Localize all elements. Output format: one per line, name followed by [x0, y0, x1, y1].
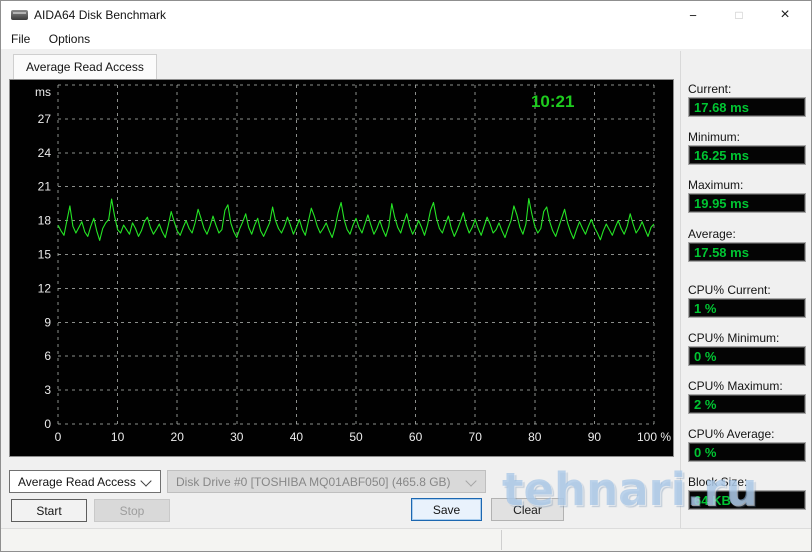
- y-axis-unit-label: ms: [35, 85, 51, 99]
- x-tick-label: 10: [111, 430, 125, 444]
- x-tick-label: 20: [171, 430, 185, 444]
- x-tick-label: 60: [409, 430, 423, 444]
- latency-chart: ms27242118151296300 10 20 30 40 50 60 70 80 90 100…: [35, 84, 671, 444]
- stat-box-maximum: 19.95 ms: [688, 193, 806, 213]
- app-icon: [11, 10, 28, 20]
- stat-value-minimum: 16.25 ms: [694, 147, 749, 163]
- save-button[interactable]: Save: [411, 498, 482, 521]
- stat-value-block-size: 64 KB: [694, 492, 731, 508]
- y-tick-label: 9: [44, 315, 51, 329]
- stat-value-current: 17.68 ms: [694, 99, 749, 115]
- x-tick-label: 90: [588, 430, 602, 444]
- stat-value-cpu-current: 1 %: [694, 300, 717, 316]
- stat-value-cpu-minimum: 0 %: [694, 348, 717, 364]
- stat-label-block-size: Block Size:: [688, 475, 748, 489]
- stop-button: Stop: [94, 499, 170, 522]
- benchmark-chart-panel: ms 27 24 21 18 15 12 9 6 3 0 0 10 20 30 40 50 60 70 80 90 100…: [9, 79, 674, 457]
- panel-divider: [680, 51, 681, 528]
- x-tick-label: 30: [230, 430, 244, 444]
- stat-label-minimum: Minimum:: [688, 130, 741, 144]
- app-window: AIDA64 Disk Benchmark − □ × File Options…: [0, 0, 812, 552]
- stat-group-block-size: Block Size: 64 KB: [688, 475, 806, 510]
- y-tick-label: 15: [38, 248, 52, 262]
- y-tick-label: 27: [38, 112, 52, 126]
- stat-label-cpu-maximum: CPU% Maximum:: [688, 379, 783, 393]
- stat-label-cpu-current: CPU% Current:: [688, 283, 771, 297]
- stat-value-cpu-maximum: 2 %: [694, 396, 717, 412]
- elapsed-time-label: 10:21: [531, 92, 574, 111]
- y-tick-label: 21: [38, 180, 52, 194]
- x-tick-label: 40: [290, 430, 304, 444]
- menu-bar: File Options: [1, 29, 811, 49]
- status-bar: [1, 528, 811, 551]
- disk-drive-value: Disk Drive #0 [TOSHIBA MQ01ABF050] (465.…: [176, 475, 451, 489]
- stat-value-average: 17.58 ms: [694, 244, 749, 260]
- benchmark-type-select[interactable]: Average Read Access: [9, 470, 161, 493]
- y-tick-label: 0: [44, 417, 51, 431]
- stat-group-cpu-current: CPU% Current: 1 %: [688, 283, 806, 318]
- stat-box-average: 17.58 ms: [688, 242, 806, 262]
- status-bar-divider: [501, 530, 502, 550]
- stat-group-maximum: Maximum: 19.95 ms: [688, 178, 806, 213]
- stat-box-minimum: 16.25 ms: [688, 145, 806, 165]
- y-tick-label: 12: [38, 281, 52, 295]
- stat-box-cpu-current: 1 %: [688, 298, 806, 318]
- stat-label-cpu-average: CPU% Average:: [688, 427, 775, 441]
- benchmark-type-value: Average Read Access: [18, 475, 136, 489]
- close-button[interactable]: ×: [767, 1, 803, 29]
- stat-label-cpu-minimum: CPU% Minimum:: [688, 331, 780, 345]
- stat-box-current: 17.68 ms: [688, 97, 806, 117]
- menu-options[interactable]: Options: [42, 29, 97, 46]
- disk-drive-select: Disk Drive #0 [TOSHIBA MQ01ABF050] (465.…: [167, 470, 486, 493]
- stat-box-cpu-average: 0 %: [688, 442, 806, 462]
- menu-file[interactable]: File: [4, 29, 37, 46]
- maximize-button: □: [735, 8, 743, 22]
- stat-box-cpu-minimum: 0 %: [688, 346, 806, 366]
- stat-box-cpu-maximum: 2 %: [688, 394, 806, 414]
- stat-group-cpu-maximum: CPU% Maximum: 2 %: [688, 379, 806, 414]
- minimize-button[interactable]: −: [675, 1, 711, 29]
- stat-label-average: Average:: [688, 227, 736, 241]
- y-tick-label: 6: [44, 349, 51, 363]
- x-tick-label: 80: [528, 430, 542, 444]
- y-tick-label: 3: [44, 383, 51, 397]
- x-tick-label: 70: [469, 430, 483, 444]
- x-tick-label: 50: [349, 430, 363, 444]
- stat-value-cpu-average: 0 %: [694, 444, 717, 460]
- stat-label-maximum: Maximum:: [688, 178, 744, 192]
- stat-group-minimum: Minimum: 16.25 ms: [688, 130, 806, 165]
- stat-value-maximum: 19.95 ms: [694, 195, 749, 211]
- stat-group-current: Current: 17.68 ms: [688, 82, 806, 117]
- title-bar: AIDA64 Disk Benchmark − □ ×: [1, 1, 811, 29]
- start-button[interactable]: Start: [11, 499, 87, 522]
- y-tick-label: 18: [38, 214, 52, 228]
- x-tick-label: 100 %: [637, 430, 671, 444]
- x-tick-label: 0: [55, 430, 62, 444]
- clear-button[interactable]: Clear: [491, 498, 564, 521]
- stat-group-cpu-average: CPU% Average: 0 %: [688, 427, 806, 462]
- stat-box-block-size: 64 KB: [688, 490, 806, 510]
- window-title: AIDA64 Disk Benchmark: [34, 8, 167, 22]
- tab-average-read-access[interactable]: Average Read Access: [13, 54, 157, 79]
- y-tick-label: 24: [38, 146, 52, 160]
- stat-label-current: Current:: [688, 82, 732, 96]
- stat-group-average: Average: 17.58 ms: [688, 227, 806, 262]
- stat-group-cpu-minimum: CPU% Minimum: 0 %: [688, 331, 806, 366]
